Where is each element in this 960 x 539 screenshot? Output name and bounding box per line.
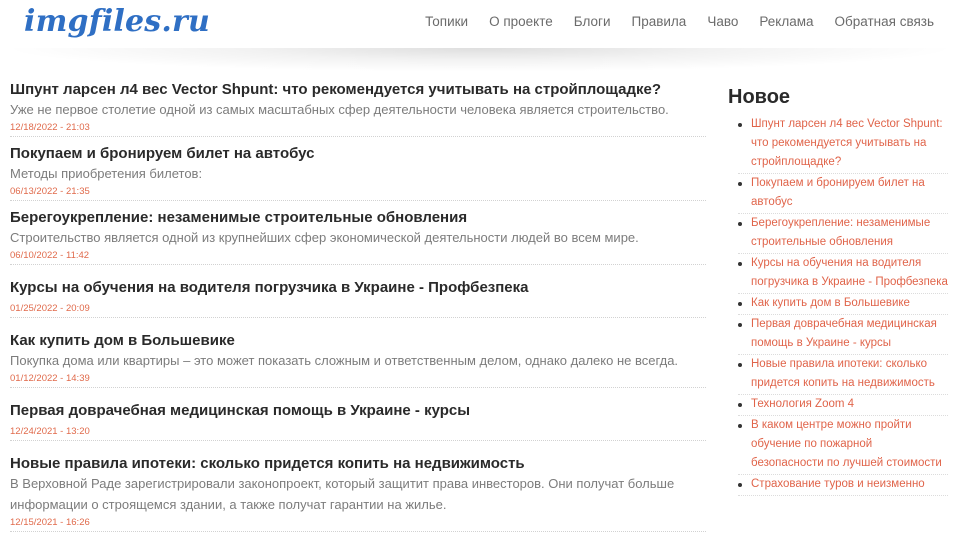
post-title[interactable]: Берегоукрепление: незаменимые строительн… (10, 208, 706, 227)
post-title[interactable]: Первая доврачебная медицинская помощь в … (10, 401, 706, 420)
sidebar-link[interactable]: Как купить дом в Большевике (751, 297, 910, 309)
sidebar-item: Берегоукрепление: незаменимые строительн… (738, 214, 948, 254)
bullet-icon (738, 222, 742, 226)
post-item: Шпунт ларсен л4 вес Vector Shpunt: что р… (10, 80, 706, 137)
post-item: Новые правила ипотеки: сколько придется … (10, 448, 706, 532)
bullet-icon (738, 182, 742, 186)
sidebar-new: Новое Шпунт ларсен л4 вес Vector Shpunt:… (728, 86, 948, 496)
post-date: 12/24/2021 - 13:20 (10, 426, 90, 437)
sidebar-link[interactable]: Первая доврачебная медицинская помощь в … (751, 318, 937, 349)
bullet-icon (738, 302, 742, 306)
post-date: 06/13/2022 - 21:35 (10, 186, 90, 197)
sidebar-link[interactable]: Новые правила ипотеки: сколько придется … (751, 358, 935, 389)
nav-about[interactable]: О проекте (489, 14, 553, 29)
post-item: Берегоукрепление: незаменимые строительн… (10, 208, 706, 265)
post-excerpt: Строительство является одной из крупнейш… (10, 230, 639, 245)
post-list: Шпунт ларсен л4 вес Vector Shpunt: что р… (10, 80, 706, 539)
nav-feedback[interactable]: Обратная связь (835, 14, 934, 29)
post-item: Первая доврачебная медицинская помощь в … (10, 395, 706, 441)
post-date: 01/25/2022 - 20:09 (10, 303, 90, 314)
post-date: 12/15/2021 - 16:26 (10, 517, 90, 528)
bullet-icon (738, 403, 742, 407)
sidebar-link[interactable]: Покупаем и бронируем билет на автобус (751, 177, 925, 208)
post-date: 12/18/2022 - 21:03 (10, 122, 90, 133)
bullet-icon (738, 262, 742, 266)
bullet-icon (738, 363, 742, 367)
post-excerpt: Покупка дома или квартиры – это может по… (10, 353, 679, 368)
post-date: 01/12/2022 - 14:39 (10, 373, 90, 384)
bullet-icon (738, 424, 742, 428)
nav-ads[interactable]: Реклама (759, 14, 813, 29)
nav-blogs[interactable]: Блоги (574, 14, 611, 29)
bullet-icon (738, 483, 742, 487)
sidebar-item: Новые правила ипотеки: сколько придется … (738, 355, 948, 395)
post-excerpt: Методы приобретения билетов: (10, 166, 203, 181)
sidebar-link[interactable]: Технология Zoom 4 (751, 398, 854, 410)
post-title[interactable]: Как купить дом в Большевике (10, 331, 706, 350)
post-excerpt: В Верховной Раде зарегистрировали законо… (10, 476, 675, 512)
post-title[interactable]: Новые правила ипотеки: сколько придется … (10, 454, 706, 473)
sidebar-link[interactable]: Берегоукрепление: незаменимые строительн… (751, 217, 930, 248)
sidebar-title: Новое (728, 86, 791, 108)
bullet-icon (738, 123, 742, 127)
sidebar-item: Как купить дом в Большевике (738, 294, 948, 315)
sidebar-link[interactable]: Шпунт ларсен л4 вес Vector Shpunt: что р… (751, 118, 943, 168)
sidebar-item: Шпунт ларсен л4 вес Vector Shpunt: что р… (738, 115, 948, 174)
sidebar-link[interactable]: Страхование туров и неизменно (751, 478, 925, 490)
post-title[interactable]: Покупаем и бронируем билет на автобус (10, 144, 706, 163)
nav-faq[interactable]: Чаво (707, 14, 738, 29)
main-nav: Топики О проекте Блоги Правила Чаво Рекл… (404, 14, 934, 29)
post-item: Как купить дом в Большевике Покупка дома… (10, 325, 706, 388)
post-excerpt: Уже не первое столетие одной из самых ма… (10, 102, 669, 117)
sidebar-item: Курсы на обучения на водителя погрузчика… (738, 254, 948, 294)
nav-rules[interactable]: Правила (632, 14, 687, 29)
site-logo[interactable]: imgfiles.ru (24, 4, 210, 39)
nav-topics[interactable]: Топики (425, 14, 468, 29)
sidebar-item: Первая доврачебная медицинская помощь в … (738, 315, 948, 355)
post-item: Покупаем и бронируем билет на автобус Ме… (10, 144, 706, 201)
post-item: Курсы на обучения на водителя погрузчика… (10, 272, 706, 318)
sidebar-item: В каком центре можно пройти обучение по … (738, 416, 948, 475)
sidebar-item: Покупаем и бронируем билет на автобус (738, 174, 948, 214)
bullet-icon (738, 323, 742, 327)
post-title[interactable]: Шпунт ларсен л4 вес Vector Shpunt: что р… (10, 80, 706, 99)
sidebar-link[interactable]: Курсы на обучения на водителя погрузчика… (751, 257, 948, 288)
sidebar-item: Технология Zoom 4 (738, 395, 948, 416)
sidebar-item: Страхование туров и неизменно (738, 475, 948, 496)
post-title[interactable]: Курсы на обучения на водителя погрузчика… (10, 278, 706, 297)
site-header: imgfiles.ru Топики О проекте Блоги Прави… (0, 0, 960, 56)
post-date: 06/10/2022 - 11:42 (10, 250, 90, 261)
sidebar-link[interactable]: В каком центре можно пройти обучение по … (751, 419, 942, 469)
sidebar-list: Шпунт ларсен л4 вес Vector Shpunt: что р… (728, 115, 948, 496)
